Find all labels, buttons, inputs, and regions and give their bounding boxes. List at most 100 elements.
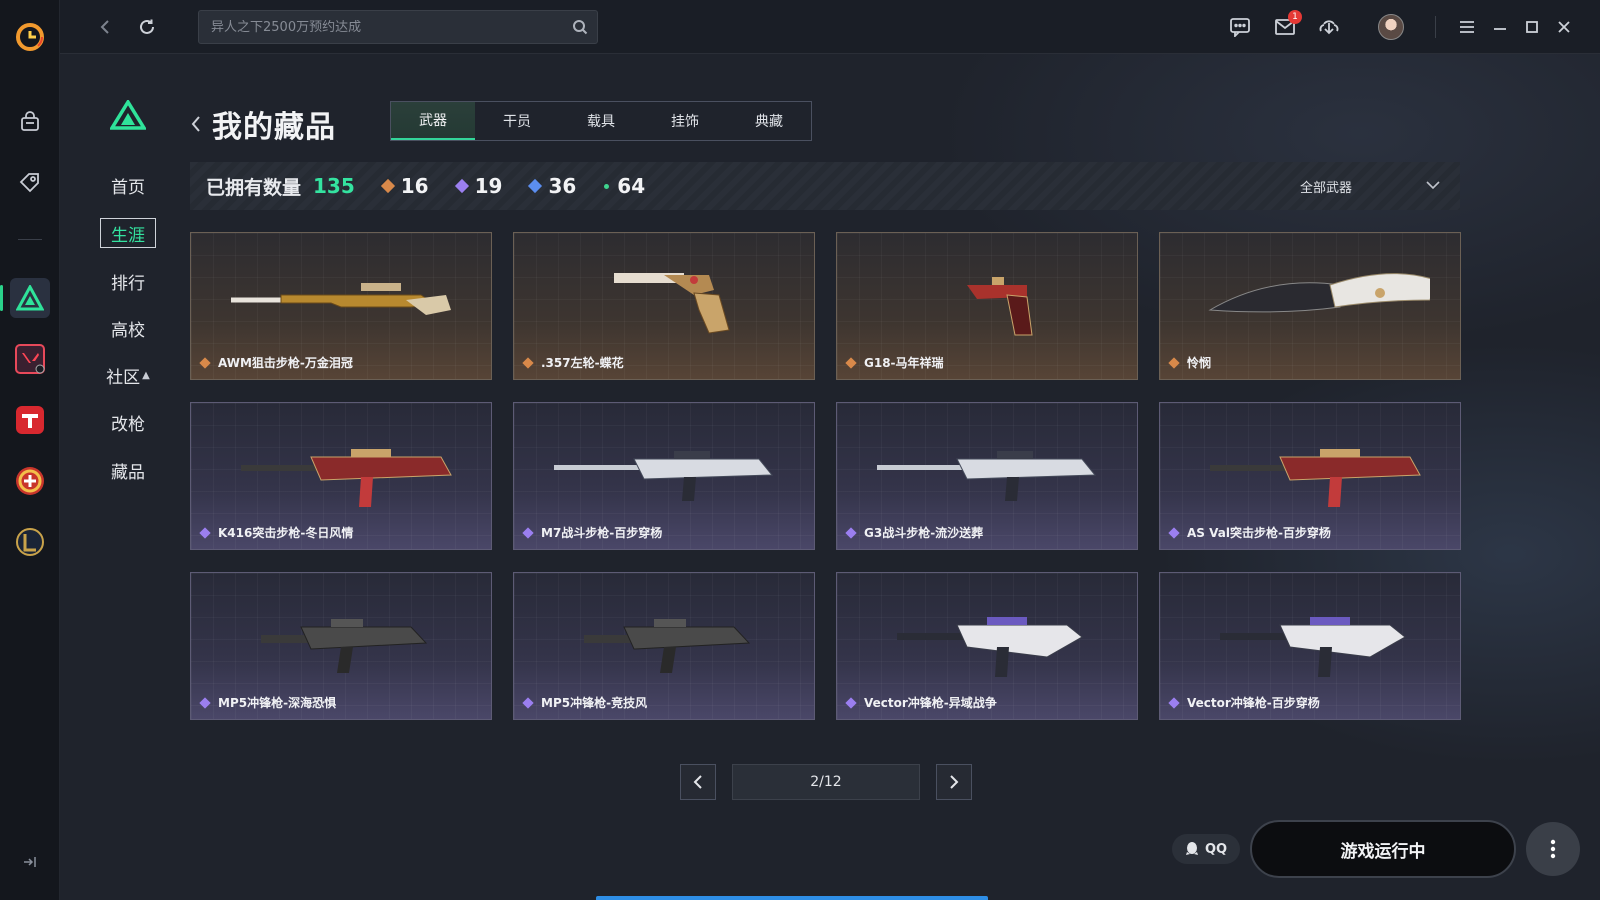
next-page-button[interactable] <box>936 764 972 800</box>
weapon-card[interactable]: M7战斗步枪-百步穿杨 <box>513 402 815 550</box>
main-content: 首页 生涯 排行 高校 社区 ▲ 改枪 藏品 我的藏品 武器 干员 载具 挂饰 典… <box>60 54 1600 900</box>
battle-rifle-icon <box>554 451 774 501</box>
search-box <box>198 10 598 44</box>
close-icon[interactable] <box>1549 12 1579 42</box>
weapon-filter-label: 全部武器 <box>1299 180 1352 196</box>
vector-smg-icon <box>897 617 1083 677</box>
weapon-name: G3战斗步枪-流沙送葬 <box>864 526 984 540</box>
user-avatar[interactable] <box>1378 14 1404 40</box>
top-bar: 1 <box>60 0 1600 54</box>
rail-active-indicator <box>0 285 3 311</box>
mail-icon[interactable]: 1 <box>1270 10 1302 42</box>
tab-charms[interactable]: 挂饰 <box>643 102 727 140</box>
search-input[interactable] <box>199 19 563 35</box>
weapon-card[interactable]: K416突击步枪-冬日风情 <box>190 402 492 550</box>
assault-rifle-icon <box>241 449 452 507</box>
weapon-name: G18-马年祥瑞 <box>864 356 944 370</box>
subnav-item-college[interactable]: 高校 <box>100 313 156 343</box>
maximize-icon[interactable] <box>1517 12 1547 42</box>
blue-rarity-icon <box>528 178 543 194</box>
more-options-icon[interactable] <box>1526 822 1580 876</box>
chat-icon[interactable] <box>1225 12 1255 42</box>
weapon-name: AS Val突击步枪-百步穿杨 <box>1187 526 1331 540</box>
tab-operators[interactable]: 干员 <box>475 102 559 140</box>
menu-icon[interactable] <box>1452 12 1482 42</box>
game-running-button[interactable]: 游戏运行中 <box>1250 820 1516 878</box>
chevron-up-icon: ▲ <box>142 369 150 381</box>
subnav-item-community-label: 社区 <box>106 367 141 388</box>
subnav-item-community[interactable]: 社区 ▲ <box>100 360 156 390</box>
gold-rarity-icon <box>522 356 534 369</box>
rarity-count-purple: 19 <box>454 174 503 198</box>
assault-rifle-icon <box>1210 449 1421 507</box>
weapon-card-title: M7战斗步枪-百步穿杨 <box>522 524 662 541</box>
pistol-icon <box>967 277 1033 336</box>
qq-penguin-icon <box>1185 841 1199 857</box>
tab-archive[interactable]: 典藏 <box>727 102 811 140</box>
weapon-card-title: 怜悯 <box>1168 354 1212 371</box>
tab-vehicles[interactable]: 载具 <box>559 102 643 140</box>
back-arrow-icon[interactable] <box>188 112 204 136</box>
weapon-card[interactable]: G18-马年祥瑞 <box>836 232 1138 380</box>
weapon-card[interactable]: MP5冲锋枪-竞技风 <box>513 572 815 720</box>
purple-rarity-icon <box>454 178 469 194</box>
sniper-rifle-icon <box>231 283 451 315</box>
weapon-card-title: G18-马年祥瑞 <box>845 354 944 371</box>
tab-weapons[interactable]: 武器 <box>391 102 475 140</box>
subnav-item-collection[interactable]: 藏品 <box>100 455 156 485</box>
rarity-count-blue-value: 36 <box>548 174 577 198</box>
weapon-name: Vector冲锋枪-百步穿杨 <box>1187 696 1320 710</box>
gold-rarity-icon <box>845 356 857 369</box>
store-bag-icon[interactable] <box>14 106 46 138</box>
search-icon[interactable] <box>563 11 597 43</box>
weapon-card[interactable]: Vector冲锋枪-百步穿杨 <box>1159 572 1461 720</box>
weapon-card[interactable]: 怜悯 <box>1159 232 1461 380</box>
valorant-app-icon[interactable] <box>10 339 50 379</box>
rarity-count-blue: 36 <box>528 174 577 198</box>
crossfire-app-icon[interactable] <box>10 461 50 501</box>
league-app-icon[interactable] <box>10 522 50 562</box>
minimize-icon[interactable] <box>1485 12 1515 42</box>
subnav-item-career[interactable]: 生涯 <box>100 218 156 248</box>
weapon-card[interactable]: G3战斗步枪-流沙送葬 <box>836 402 1138 550</box>
gold-rarity-icon <box>199 356 211 369</box>
page-title: 我的藏品 <box>212 110 336 145</box>
pagination: 2/12 <box>680 764 972 800</box>
back-nav-icon[interactable] <box>90 12 120 42</box>
rail-divider <box>18 239 42 240</box>
weapon-card[interactable]: AS Val突击步枪-百步穿杨 <box>1159 402 1461 550</box>
weapon-card[interactable]: AWM狙击步枪-万金泪冠 <box>190 232 492 380</box>
prev-page-button[interactable] <box>680 764 716 800</box>
rail-collapse-icon[interactable] <box>18 852 42 872</box>
weapon-name: 怜悯 <box>1187 356 1212 370</box>
purple-rarity-icon <box>1168 526 1180 539</box>
weapon-card[interactable]: MP5冲锋枪-深海恐惧 <box>190 572 492 720</box>
weapon-name: .357左轮-蝶花 <box>541 356 624 370</box>
mail-badge: 1 <box>1288 10 1302 24</box>
weapon-card-title: G3战斗步枪-流沙送葬 <box>845 524 984 541</box>
subnav-item-home[interactable]: 首页 <box>100 170 156 200</box>
subnav-item-ranking[interactable]: 排行 <box>100 266 156 296</box>
vector-smg-icon <box>1220 617 1406 677</box>
weapon-card[interactable]: Vector冲锋枪-异域战争 <box>836 572 1138 720</box>
battle-rifle-icon <box>877 451 1097 501</box>
launcher-logo-icon[interactable] <box>15 22 45 52</box>
qq-button[interactable]: QQ <box>1172 834 1240 864</box>
owned-total: 135 <box>313 174 355 198</box>
rarity-count-green-value: 64 <box>617 174 646 198</box>
subnav-item-gunsmith[interactable]: 改枪 <box>100 407 156 437</box>
refresh-icon[interactable] <box>132 12 162 42</box>
game-tag-icon[interactable] <box>14 166 46 198</box>
qq-label: QQ <box>1204 841 1228 857</box>
weapon-filter-dropdown[interactable]: 全部武器 <box>1300 162 1440 210</box>
chevron-down-icon <box>1426 179 1440 194</box>
app-rail <box>0 0 60 900</box>
rarity-count-purple-value: 19 <box>474 174 503 198</box>
weapon-card[interactable]: .357左轮-蝶花 <box>513 232 815 380</box>
purple-rarity-icon <box>522 526 534 539</box>
delta-force-app-icon[interactable] <box>10 278 50 318</box>
revolver-icon <box>614 273 730 334</box>
download-icon[interactable] <box>1314 12 1344 42</box>
tpa-app-icon[interactable] <box>10 400 50 440</box>
weapon-name: MP5冲锋枪-竞技风 <box>541 696 648 710</box>
